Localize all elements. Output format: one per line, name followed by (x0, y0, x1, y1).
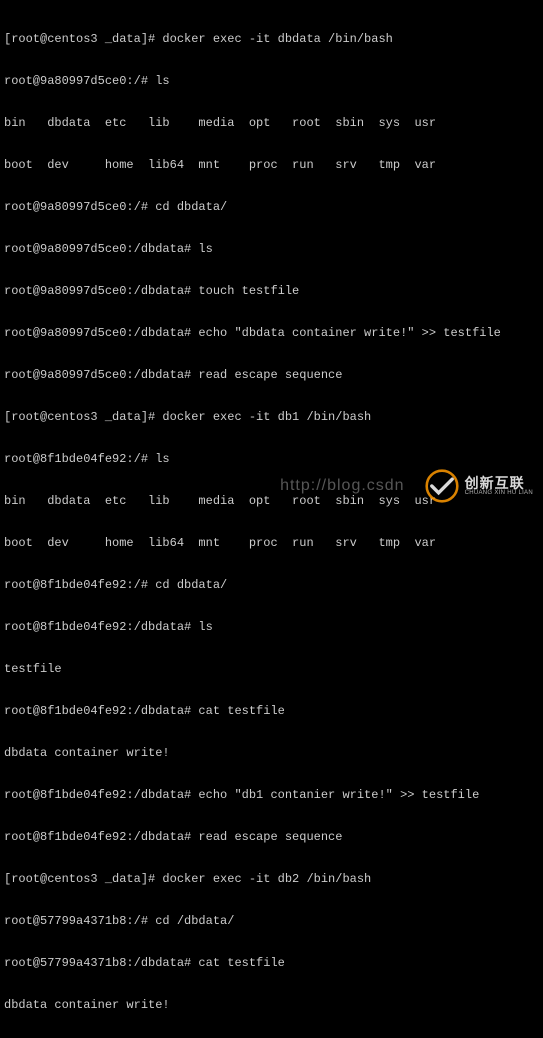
terminal-line: root@57799a4371b8:/dbdata# cat testfile (4, 956, 539, 970)
terminal-line: root@9a80997d5ce0:/dbdata# echo "dbdata … (4, 326, 539, 340)
terminal-line: root@9a80997d5ce0:/# cd dbdata/ (4, 200, 539, 214)
terminal-line: bin dbdata etc lib media opt root sbin s… (4, 494, 539, 508)
terminal-output[interactable]: [root@centos3 _data]# docker exec -it db… (4, 4, 539, 1038)
terminal-line: root@8f1bde04fe92:/dbdata# read escape s… (4, 830, 539, 844)
terminal-line: root@8f1bde04fe92:/dbdata# echo "db1 con… (4, 788, 539, 802)
terminal-line: root@8f1bde04fe92:/dbdata# ls (4, 620, 539, 634)
terminal-line: [root@centos3 _data]# docker exec -it db… (4, 872, 539, 886)
terminal-line: root@8f1bde04fe92:/# ls (4, 452, 539, 466)
terminal-line: root@8f1bde04fe92:/dbdata# cat testfile (4, 704, 539, 718)
terminal-line: root@9a80997d5ce0:/dbdata# read escape s… (4, 368, 539, 382)
terminal-line: [root@centos3 _data]# docker exec -it db… (4, 32, 539, 46)
terminal-line: root@9a80997d5ce0:/dbdata# touch testfil… (4, 284, 539, 298)
terminal-line: root@9a80997d5ce0:/dbdata# ls (4, 242, 539, 256)
terminal-line: testfile (4, 662, 539, 676)
terminal-line: bin dbdata etc lib media opt root sbin s… (4, 116, 539, 130)
terminal-line: root@57799a4371b8:/# cd /dbdata/ (4, 914, 539, 928)
terminal-line: boot dev home lib64 mnt proc run srv tmp… (4, 158, 539, 172)
terminal-line: root@8f1bde04fe92:/# cd dbdata/ (4, 578, 539, 592)
terminal-line: dbdata container write! (4, 998, 539, 1012)
terminal-line: boot dev home lib64 mnt proc run srv tmp… (4, 536, 539, 550)
terminal-line: root@9a80997d5ce0:/# ls (4, 74, 539, 88)
terminal-line: dbdata container write! (4, 746, 539, 760)
terminal-line: [root@centos3 _data]# docker exec -it db… (4, 410, 539, 424)
